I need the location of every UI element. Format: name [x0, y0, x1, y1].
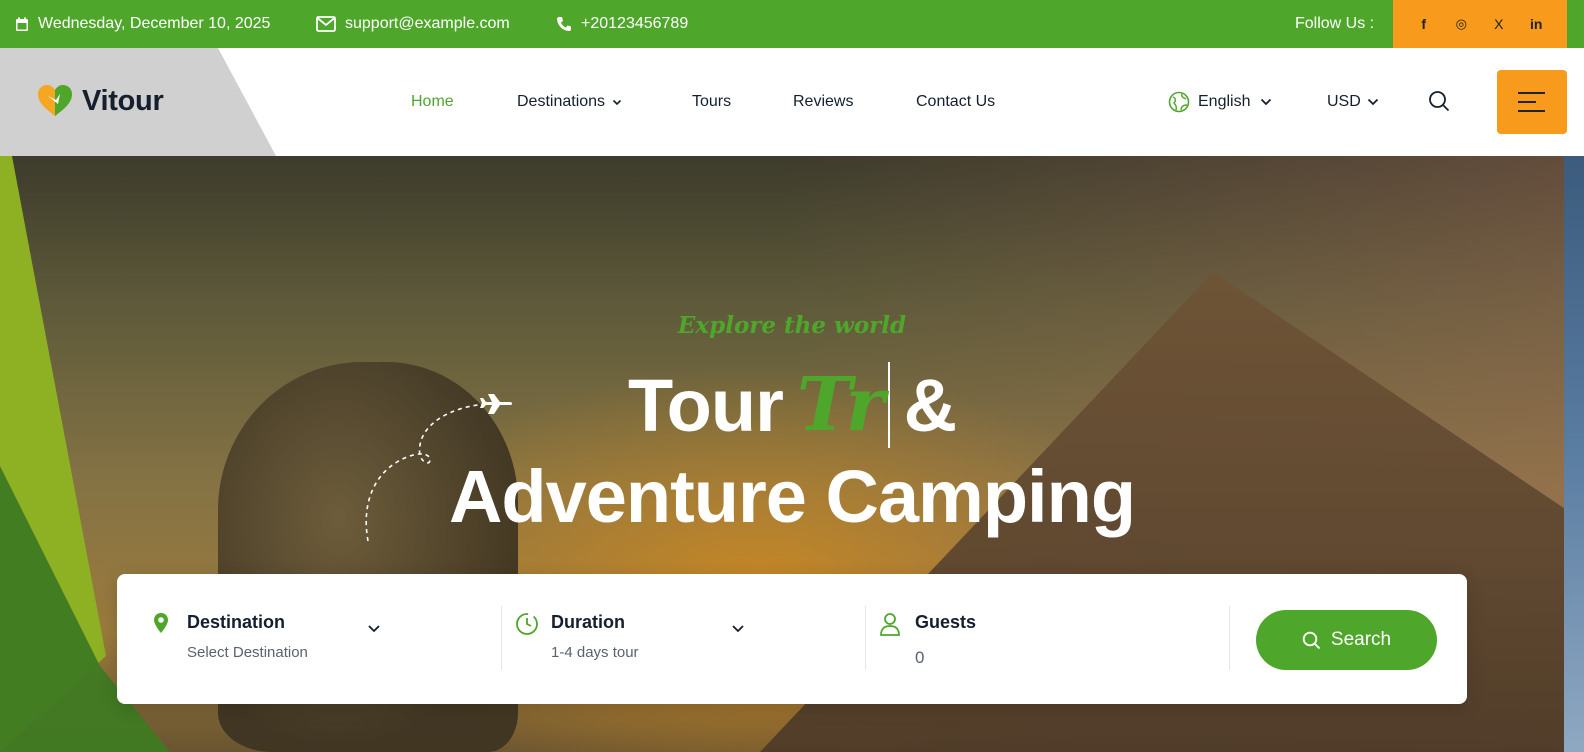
instagram-icon[interactable]: ◎ — [1450, 13, 1472, 35]
site-logo[interactable]: Vitour — [36, 84, 164, 118]
header-search-button[interactable] — [1428, 90, 1450, 117]
clock-icon — [516, 613, 538, 635]
hero-title-word: Tour — [627, 363, 784, 447]
hero-title-amp: & — [903, 363, 957, 447]
destination-value: Select Destination — [187, 644, 308, 661]
language-selector[interactable]: English — [1168, 48, 1272, 156]
map-pin-icon — [154, 613, 168, 633]
menu-line-icon — [1518, 101, 1536, 103]
nav-home-label: Home — [411, 93, 454, 110]
search-icon — [1429, 91, 1450, 112]
logo-text: Vitour — [82, 84, 164, 117]
social-links: f ◎ X in — [1393, 0, 1567, 48]
globe-icon — [1168, 91, 1190, 113]
email-text: support@example.com — [345, 15, 510, 32]
top-info-bar: Wednesday, December 10, 2025 support@exa… — [0, 0, 1584, 48]
logo-heart-icon — [38, 85, 72, 116]
nav-contact-us[interactable]: Contact Us — [916, 48, 995, 156]
guests-title: Guests — [915, 612, 977, 632]
language-label: English — [1198, 93, 1251, 110]
menu-line-icon — [1518, 110, 1545, 112]
chevron-down-icon — [368, 625, 380, 633]
destination-select[interactable]: Destination Select Destination — [117, 574, 501, 704]
linkedin-icon[interactable]: in — [1525, 13, 1547, 35]
x-twitter-icon[interactable]: X — [1488, 13, 1510, 35]
nav-reviews[interactable]: Reviews — [793, 48, 853, 156]
nav-reviews-label: Reviews — [793, 93, 854, 110]
nav-tours-label: Tours — [692, 93, 732, 110]
currency-label: USD — [1327, 93, 1361, 110]
phone-text: +20123456789 — [581, 15, 689, 32]
current-date: Wednesday, December 10, 2025 — [38, 15, 271, 32]
duration-select[interactable]: Duration 1-4 days tour — [501, 574, 865, 704]
hero-typed-word: Tr — [797, 362, 890, 448]
mail-icon — [316, 16, 336, 32]
nav-destinations-label: Destinations — [517, 93, 606, 110]
user-icon — [880, 613, 900, 636]
search-button-label: Search — [1330, 629, 1392, 650]
hero-title-line2: Adventure Camping — [448, 455, 1136, 538]
search-button[interactable]: Search — [1256, 610, 1437, 670]
follow-us-label: Follow Us : — [1295, 15, 1375, 32]
date-info: Wednesday, December 10, 2025 — [15, 0, 270, 48]
tour-search-form: Destination Select Destination Duration … — [117, 574, 1467, 704]
nav-destinations[interactable]: Destinations — [517, 48, 622, 156]
field-divider — [1229, 606, 1230, 670]
destination-title: Destination — [187, 612, 286, 632]
currency-selector[interactable]: USD — [1327, 48, 1379, 156]
hero-tagline: Explore the world — [677, 312, 907, 339]
main-header: Vitour Home Destinations Tours Reviews C… — [0, 48, 1584, 156]
chevron-down-icon — [612, 99, 622, 105]
phone-link[interactable]: +20123456789 — [556, 0, 688, 48]
hamburger-menu-button[interactable] — [1497, 70, 1567, 134]
search-icon — [1302, 631, 1321, 649]
nav-contact-label: Contact Us — [916, 93, 996, 110]
chevron-down-icon — [1367, 98, 1378, 106]
phone-icon — [557, 17, 571, 31]
facebook-icon[interactable]: f — [1413, 13, 1435, 35]
email-link[interactable]: support@example.com — [316, 0, 510, 48]
guests-value: 0 — [915, 648, 925, 667]
menu-line-icon — [1518, 92, 1545, 94]
nav-tours[interactable]: Tours — [692, 48, 731, 156]
chevron-down-icon — [732, 625, 744, 633]
hero-title-line1: Tour Tr & — [0, 362, 1584, 448]
guests-input[interactable]: Guests 0 — [865, 574, 1229, 704]
duration-value: 1-4 days tour — [551, 644, 639, 661]
duration-title: Duration — [551, 612, 625, 632]
nav-home[interactable]: Home — [411, 48, 454, 156]
calendar-icon — [16, 17, 28, 31]
chevron-down-icon — [1261, 98, 1272, 106]
